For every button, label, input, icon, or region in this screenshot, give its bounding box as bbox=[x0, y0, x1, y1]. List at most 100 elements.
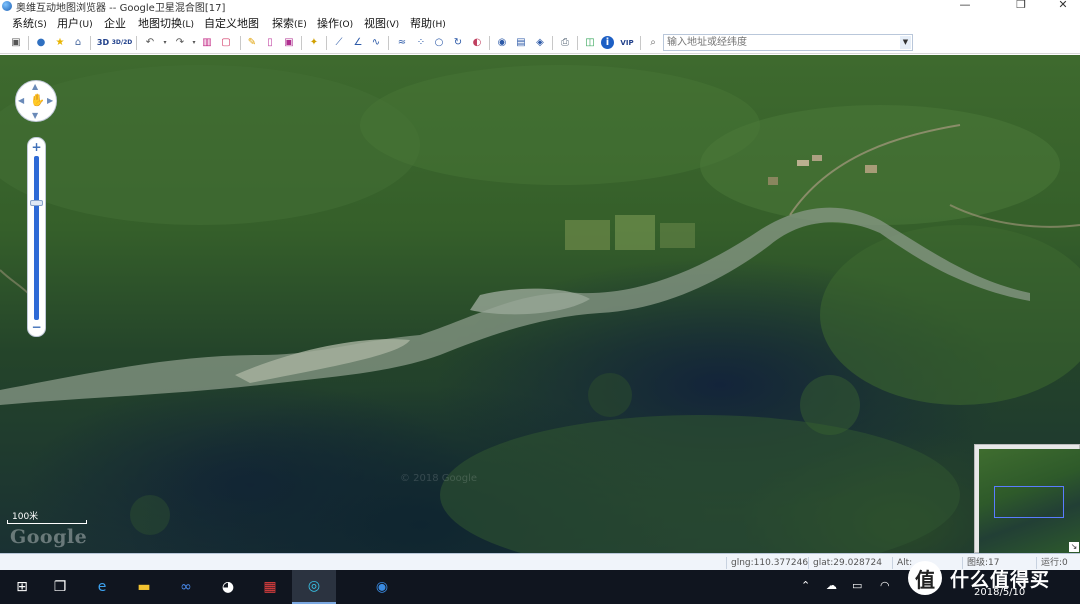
menu-accelerator: (O) bbox=[339, 20, 354, 30]
tray-expand-icon[interactable]: ⌃ bbox=[801, 579, 810, 592]
close-button[interactable]: ✕ bbox=[1040, 0, 1080, 13]
title-bar: 奥维互动地图浏览器 -- Google卫星混合图[17] — ❐ ✕ bbox=[0, 0, 1080, 14]
toolbar-separator bbox=[90, 36, 91, 50]
menu-label: 系统 bbox=[12, 17, 34, 30]
menu-custom-map[interactable]: 自定义地图 bbox=[204, 15, 259, 31]
toolbar-separator bbox=[489, 36, 490, 50]
satellite-map[interactable]: © 2018 Google bbox=[0, 55, 1080, 553]
toolbar-separator bbox=[552, 36, 553, 50]
3d-button[interactable]: 3D bbox=[94, 35, 112, 51]
address-search-input[interactable] bbox=[664, 35, 894, 50]
eraser-icon[interactable]: ◐ bbox=[469, 35, 485, 51]
menu-system[interactable]: 系统(S) bbox=[12, 15, 47, 31]
menu-label: 操作 bbox=[317, 17, 339, 30]
browser-taskbar-icon[interactable]: ◉ bbox=[360, 570, 404, 604]
pan-down-icon[interactable]: ▼ bbox=[32, 111, 38, 120]
vip-button[interactable]: VIP bbox=[618, 35, 636, 51]
zoom-track[interactable] bbox=[34, 156, 39, 320]
info-icon[interactable]: i bbox=[601, 36, 614, 49]
menu-operate[interactable]: 操作(O) bbox=[317, 15, 353, 31]
maximize-button[interactable]: ❐ bbox=[998, 0, 1044, 13]
polyline-icon[interactable]: ⟋ bbox=[331, 35, 347, 51]
toolbar-separator bbox=[326, 36, 327, 50]
search-icon[interactable]: ⌕ bbox=[645, 35, 661, 51]
angle-measure-icon[interactable]: ∠ bbox=[350, 35, 366, 51]
address-dropdown-icon[interactable]: ▼ bbox=[900, 36, 911, 49]
zoom-out-button[interactable]: − bbox=[28, 320, 45, 334]
hand-icon: ✋ bbox=[30, 93, 45, 107]
leaf-icon[interactable]: ◈ bbox=[532, 35, 548, 51]
menu-label: 自定义地图 bbox=[204, 17, 259, 30]
menu-label: 用户 bbox=[57, 17, 79, 30]
curve-icon[interactable]: ∿ bbox=[368, 35, 384, 51]
menu-user[interactable]: 用户(U) bbox=[57, 15, 93, 31]
address-search-box[interactable]: ▼ bbox=[663, 34, 913, 51]
print-icon[interactable]: ⎙ bbox=[557, 35, 573, 51]
brand-watermark: 值 什么值得买 bbox=[908, 560, 1074, 596]
minimize-button[interactable]: — bbox=[942, 0, 988, 13]
qq-icon[interactable]: ◕ bbox=[206, 570, 250, 604]
ppc-app-icon[interactable]: ▦ bbox=[248, 570, 292, 604]
favorite-star-icon[interactable]: ★ bbox=[52, 35, 68, 51]
terrain-layer bbox=[0, 65, 1080, 553]
menu-accelerator: (S) bbox=[34, 20, 47, 30]
circle-icon[interactable]: ○ bbox=[431, 35, 447, 51]
pencil-icon[interactable]: ✎ bbox=[244, 35, 260, 51]
chat-icon[interactable]: ◫ bbox=[582, 35, 598, 51]
zoom-handle[interactable] bbox=[30, 200, 43, 206]
tray-wifi-icon[interactable]: ◠ bbox=[880, 579, 890, 592]
app-globe-icon bbox=[2, 1, 12, 11]
edge-browser-icon[interactable]: e bbox=[80, 570, 124, 604]
menu-accelerator: (L) bbox=[182, 20, 195, 30]
file-explorer-icon[interactable]: ▬ bbox=[122, 570, 166, 604]
menu-accelerator: (E) bbox=[294, 20, 307, 30]
tray-battery-icon[interactable]: ▭ bbox=[852, 579, 862, 592]
overview-viewport-box[interactable] bbox=[994, 486, 1064, 518]
delete-icon[interactable]: ▥ bbox=[199, 35, 215, 51]
group-icon[interactable]: ⌂ bbox=[70, 35, 86, 51]
menu-help[interactable]: 帮助(H) bbox=[410, 15, 446, 31]
menu-map-switch[interactable]: 地图切换(L) bbox=[138, 15, 194, 31]
menu-explore[interactable]: 探索(E) bbox=[272, 15, 307, 31]
zoom-in-button[interactable]: + bbox=[28, 140, 45, 154]
image-icon[interactable]: ▤ bbox=[513, 35, 529, 51]
3d-2d-toggle-button[interactable]: 3D/2D bbox=[112, 35, 133, 51]
marker-star-icon[interactable]: ✦ bbox=[306, 35, 322, 51]
scale-bar: 100米 bbox=[7, 511, 91, 525]
toolbar-separator bbox=[388, 36, 389, 50]
toolbar-separator bbox=[640, 36, 641, 50]
scale-line bbox=[7, 520, 87, 524]
baidu-netdisk-icon[interactable]: ∞ bbox=[164, 570, 208, 604]
overview-collapse-icon[interactable]: ↘ bbox=[1069, 542, 1079, 552]
undo-dropdown-icon[interactable]: ▾ bbox=[157, 35, 173, 51]
overview-map[interactable]: ↘ bbox=[974, 444, 1080, 553]
ruler-icon[interactable]: ▯ bbox=[262, 35, 278, 51]
menu-label: 企业 bbox=[104, 17, 126, 30]
menu-accelerator: (U) bbox=[79, 20, 93, 30]
save-icon[interactable]: ▣ bbox=[8, 35, 24, 51]
pan-right-icon[interactable]: ▶ bbox=[47, 96, 53, 105]
task-view-icon[interactable]: ❐ bbox=[38, 570, 82, 604]
tray-cloud-icon[interactable]: ☁ bbox=[826, 579, 837, 592]
screen-capture-icon[interactable]: ▣ bbox=[281, 35, 297, 51]
zoom-slider[interactable]: + − bbox=[27, 137, 46, 337]
path-icon[interactable]: ≈ bbox=[394, 35, 410, 51]
user-icon[interactable]: ● bbox=[33, 35, 49, 51]
menu-accelerator: (V) bbox=[386, 20, 400, 30]
pan-up-icon[interactable]: ▲ bbox=[32, 82, 38, 91]
menu-enterprise[interactable]: 企业 bbox=[104, 15, 126, 31]
pan-left-icon[interactable]: ◀ bbox=[18, 96, 24, 105]
undo-icon[interactable]: ↶ bbox=[142, 35, 158, 51]
select-box-icon[interactable]: ▢ bbox=[218, 35, 234, 51]
toolbar-separator bbox=[28, 36, 29, 50]
ovi-map-taskbar-icon[interactable]: ◎ bbox=[292, 570, 336, 604]
toolbar-separator bbox=[577, 36, 578, 50]
menu-label: 地图切换 bbox=[138, 17, 182, 30]
menu-view[interactable]: 视图(V) bbox=[364, 15, 399, 31]
pan-control[interactable]: ▲ ▼ ◀ ▶ ✋ bbox=[15, 80, 57, 122]
layer-circle-icon[interactable]: ◉ bbox=[494, 35, 510, 51]
rotate-icon[interactable]: ↻ bbox=[450, 35, 466, 51]
toolbar: ▣ ● ★ ⌂ 3D 3D/2D ↶ ▾ ↷ ▾ ▥ ▢ ✎ ▯ ▣ ✦ ⟋ ∠… bbox=[0, 32, 1080, 54]
points-icon[interactable]: ⁘ bbox=[413, 35, 429, 51]
menu-bar: 系统(S) 用户(U) 企业 地图切换(L) 自定义地图 探索(E) 操作(O)… bbox=[0, 13, 1080, 32]
